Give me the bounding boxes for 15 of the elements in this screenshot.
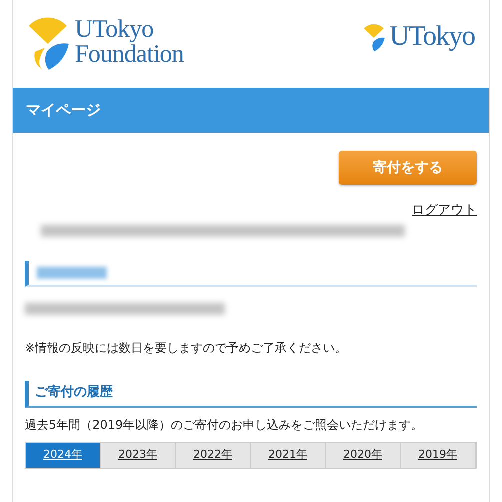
year-tab[interactable]: 2024年 [26, 443, 101, 468]
year-tab[interactable]: 2019年 [401, 443, 476, 468]
logo-text: UTokyo [75, 17, 155, 42]
notice-text: ※情報の反映には数日を要しますので予めご了承ください。 [25, 340, 348, 356]
logo-text: UTokyo [390, 23, 475, 51]
year-tab[interactable]: 2022年 [176, 443, 251, 468]
page-title: マイページ [26, 100, 101, 122]
section-heading: ご寄付の履歴 [25, 380, 477, 408]
logo-text: Foundation [75, 42, 184, 67]
logout-link[interactable]: ログアウト [412, 201, 477, 220]
ginkgo-leaf-icon [362, 22, 386, 52]
year-tab[interactable]: 2023年 [101, 443, 176, 468]
year-tab[interactable]: 2020年 [326, 443, 401, 468]
description-text: 過去5年間（2019年以降）のご寄付のお申し込みをご照会いただけます。 [25, 417, 424, 434]
year-tab[interactable]: 2021年 [251, 443, 326, 468]
